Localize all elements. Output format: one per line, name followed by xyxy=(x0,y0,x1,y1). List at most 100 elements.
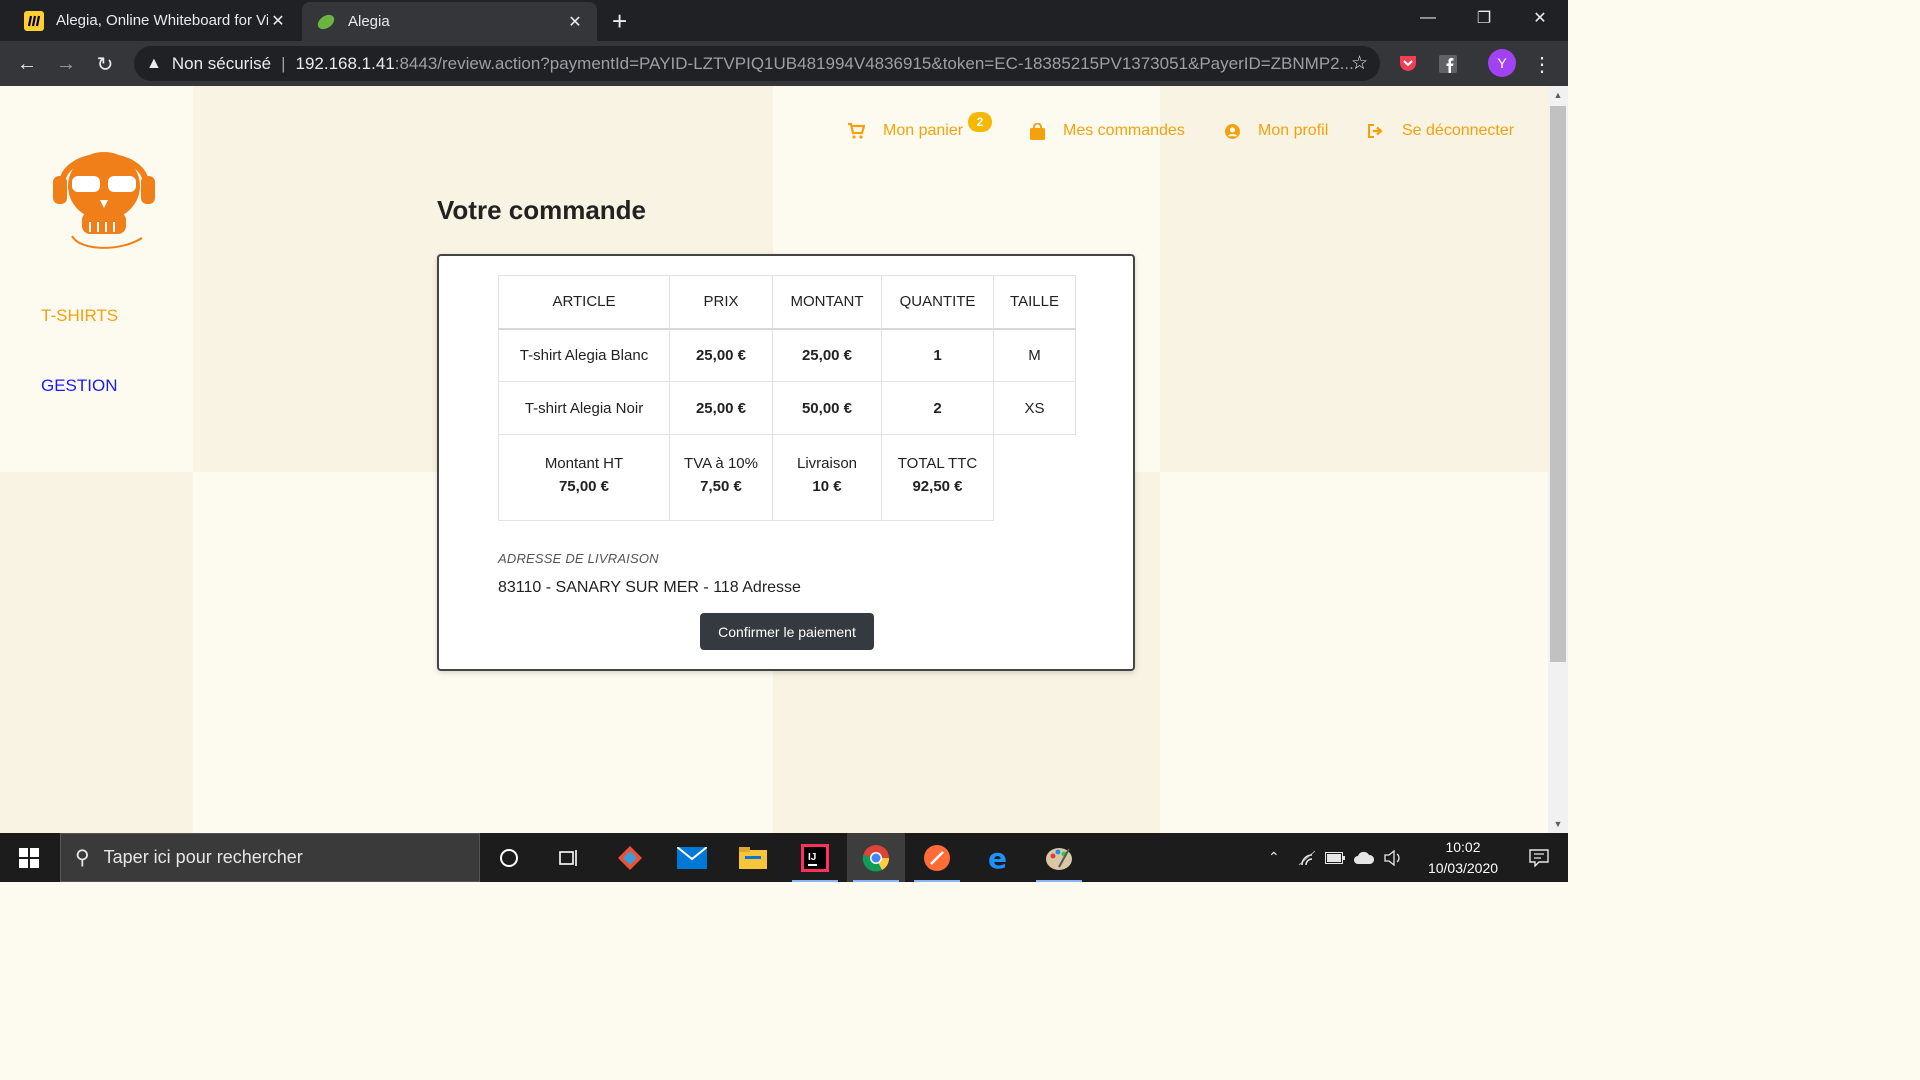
postman-icon[interactable] xyxy=(908,833,966,882)
total-label: TOTAL TTC xyxy=(897,455,978,472)
minimize-icon[interactable]: — xyxy=(1400,0,1456,36)
total-value: 7,50 € xyxy=(700,478,742,495)
cell-article: T-shirt Alegia Noir xyxy=(498,381,670,435)
confirm-payment-button[interactable]: Confirmer le paiement xyxy=(700,613,874,650)
onedrive-icon[interactable] xyxy=(1353,833,1375,882)
search-placeholder: Taper ici pour rechercher xyxy=(103,847,303,867)
close-tab-icon[interactable]: ✕ xyxy=(565,12,585,32)
column-header-quantite: QUANTITE xyxy=(881,275,994,330)
cart-icon xyxy=(848,123,865,139)
cell-prix: 25,00 € xyxy=(669,328,773,382)
windows-start-icon[interactable] xyxy=(0,833,58,882)
column-header-prix: PRIX xyxy=(669,275,773,330)
notification-center-icon[interactable] xyxy=(1510,833,1568,882)
svg-text:e: e xyxy=(988,845,1007,871)
edge-icon[interactable]: e xyxy=(970,833,1028,882)
search-icon: ⚲ xyxy=(75,847,90,869)
security-label[interactable]: Non sécurisé xyxy=(172,54,271,74)
battery-icon[interactable] xyxy=(1325,833,1345,882)
tab-title: Alegia xyxy=(348,13,390,30)
menu-kebab-icon[interactable]: ⋮ xyxy=(1530,52,1554,76)
sign-out-icon xyxy=(1368,124,1383,138)
tab-alegia[interactable]: Alegia ✕ xyxy=(302,2,597,41)
reload-icon[interactable]: ↻ xyxy=(90,49,120,79)
taskbar-search-box[interactable]: ⚲ Taper ici pour rechercher xyxy=(60,833,480,882)
cell-prix: 25,00 € xyxy=(669,381,773,435)
close-window-icon[interactable]: ✕ xyxy=(1512,0,1568,36)
background-tile xyxy=(1160,86,1548,472)
close-tab-icon[interactable]: ✕ xyxy=(268,11,288,31)
address-label: ADRESSE DE LIVRAISON xyxy=(498,551,659,566)
page-scrollbar[interactable]: ▲ ▼ xyxy=(1548,86,1568,833)
cell-quantite: 1 xyxy=(881,328,994,382)
task-view-icon[interactable] xyxy=(539,833,597,882)
cortana-icon[interactable] xyxy=(480,833,538,882)
order-card: ARTICLE PRIX MONTANT QUANTITE TAILLE T-s… xyxy=(437,254,1135,671)
cell-article: T-shirt Alegia Blanc xyxy=(498,328,670,382)
gitkraken-icon[interactable] xyxy=(601,833,659,882)
background-tile xyxy=(0,472,193,833)
page-title: Votre commande xyxy=(437,195,647,225)
back-icon[interactable]: ← xyxy=(12,49,42,79)
mail-icon[interactable] xyxy=(663,833,721,882)
cart-label: Mon panier xyxy=(883,122,964,139)
url-host: 192.168.1.41 xyxy=(295,53,395,73)
warning-icon[interactable]: ▲ xyxy=(146,55,162,73)
new-tab-icon[interactable]: + xyxy=(612,6,627,37)
web-page: T-SHIRTS GESTION Mon panier 2 Mes comman… xyxy=(0,86,1548,833)
clock-date: 10/03/2020 xyxy=(1427,860,1499,876)
alegia-logo[interactable] xyxy=(50,126,160,256)
volume-icon[interactable] xyxy=(1384,833,1402,882)
nav-orders-link[interactable]: Mes commandes xyxy=(1030,122,1185,140)
pocket-extension-icon[interactable] xyxy=(1396,52,1420,76)
svg-text:IJ: IJ xyxy=(808,852,816,863)
shopping-bag-icon xyxy=(1030,122,1045,140)
sidebar-item-gestion[interactable]: GESTION xyxy=(41,376,118,396)
scroll-down-icon[interactable]: ▼ xyxy=(1548,819,1568,829)
file-explorer-icon[interactable] xyxy=(724,833,782,882)
show-hidden-icons[interactable]: ⌃ xyxy=(1268,833,1280,882)
logout-label: Se déconnecter xyxy=(1402,122,1515,139)
cell-quantite: 2 xyxy=(881,381,994,435)
address-bar[interactable]: ▲ Non sécurisé | 192.168.1.41 :8443/revi… xyxy=(134,46,1380,81)
total-label: Livraison xyxy=(796,455,858,472)
empty-cell xyxy=(994,435,1076,521)
clock-time: 10:02 xyxy=(1445,839,1481,855)
restore-icon[interactable]: ❐ xyxy=(1456,0,1512,36)
cart-count-badge: 2 xyxy=(968,112,992,132)
column-header-taille: TAILLE xyxy=(993,275,1076,330)
nav-cart-link[interactable]: Mon panier xyxy=(848,122,963,140)
scrollbar-thumb[interactable] xyxy=(1550,106,1566,662)
table-row: T-shirt Alegia Noir 25,00 € 50,00 € 2 XS xyxy=(498,381,1076,435)
paint-icon[interactable] xyxy=(1030,833,1088,882)
bookmark-star-icon[interactable]: ☆ xyxy=(1351,52,1368,75)
tab-miro[interactable]: Alegia, Online Whiteboard for Vi ✕ xyxy=(10,0,300,41)
total-label: Montant HT xyxy=(544,455,624,472)
nav-logout-link[interactable]: Se déconnecter xyxy=(1368,122,1514,140)
cell-montant: 25,00 € xyxy=(772,328,882,382)
total-montant-ht: Montant HT 75,00 € xyxy=(498,434,670,521)
taskbar-clock[interactable]: 10:02 10/03/2020 xyxy=(1418,837,1508,879)
intellij-icon[interactable]: IJ xyxy=(786,833,844,882)
facebook-extension-icon[interactable] xyxy=(1436,52,1460,76)
profile-label: Mon profil xyxy=(1258,122,1329,139)
browser-toolbar: ← → ↻ ▲ Non sécurisé | 192.168.1.41 :844… xyxy=(0,41,1568,86)
totals-row: Montant HT 75,00 € TVA à 10% 7,50 € Livr… xyxy=(498,434,1076,521)
chrome-icon[interactable] xyxy=(847,833,905,882)
total-value: 92,50 € xyxy=(912,478,963,495)
profile-avatar[interactable]: Y xyxy=(1488,49,1516,77)
table-header-row: ARTICLE PRIX MONTANT QUANTITE TAILLE xyxy=(498,275,1076,330)
total-livraison: Livraison 10 € xyxy=(772,434,882,521)
miro-icon xyxy=(24,10,44,31)
scroll-up-icon[interactable]: ▲ xyxy=(1548,90,1568,100)
sidebar-item-tshirts[interactable]: T-SHIRTS xyxy=(41,306,118,326)
windows-taskbar: ⚲ Taper ici pour rechercher IJ e ⌃ 10:02… xyxy=(0,833,1568,882)
cell-taille: XS xyxy=(993,381,1076,435)
spring-leaf-icon xyxy=(316,12,336,32)
nav-profile-link[interactable]: Mon profil xyxy=(1225,122,1328,140)
forward-icon[interactable]: → xyxy=(51,49,81,79)
network-icon[interactable] xyxy=(1298,833,1316,882)
address-value: 83110 - SANARY SUR MER - 118 Adresse xyxy=(498,579,801,596)
cell-taille: M xyxy=(993,328,1076,382)
total-tva: TVA à 10% 7,50 € xyxy=(669,434,773,521)
